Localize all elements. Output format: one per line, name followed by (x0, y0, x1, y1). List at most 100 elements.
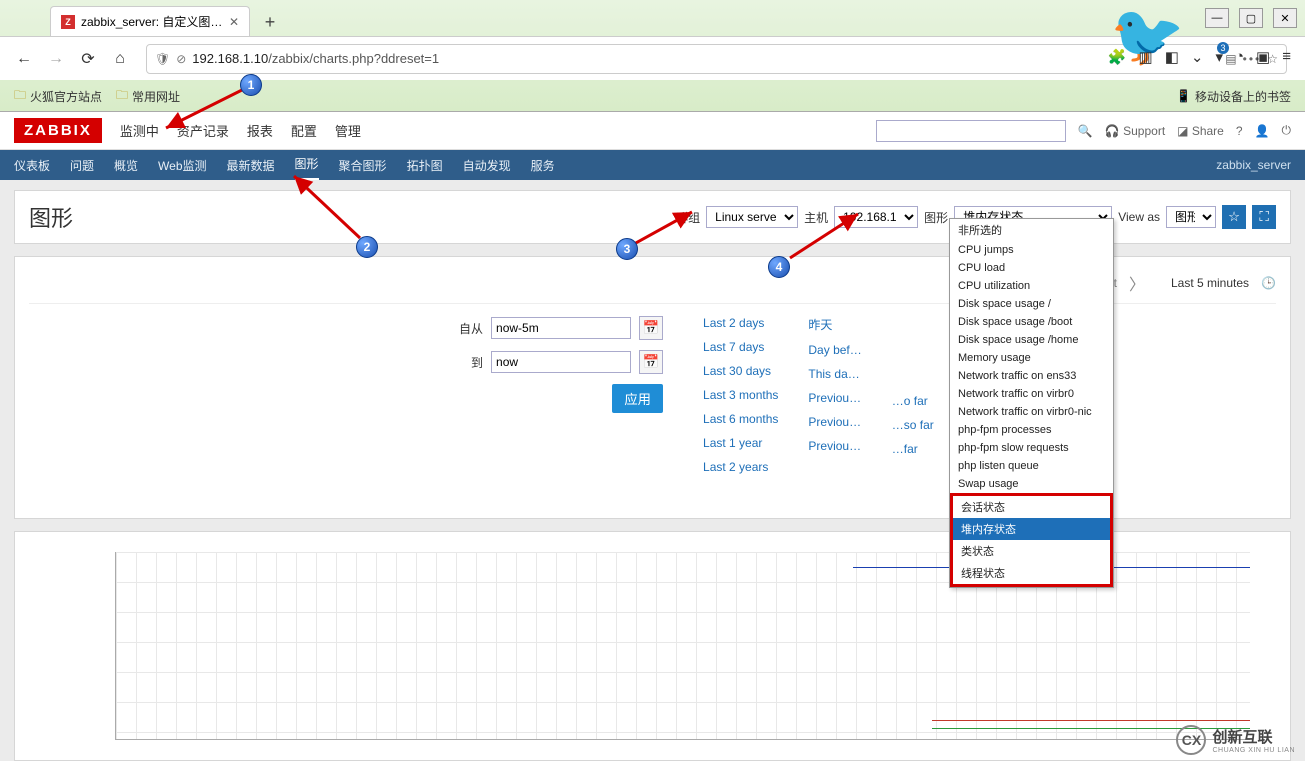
dropdown-option[interactable]: 线程状态 (953, 562, 1110, 584)
share-link[interactable]: ◪ Share (1177, 124, 1224, 138)
dropdown-option[interactable]: 会话状态 (953, 496, 1110, 518)
preset-link[interactable]: 昨天 (808, 316, 861, 333)
bookmarks-bar: 🗀火狐官方站点 🗀常用网址 📱移动设备上的书签 (0, 80, 1305, 112)
to-input[interactable] (491, 351, 631, 373)
preset-link[interactable]: …o far (892, 394, 934, 408)
dropdown-option[interactable]: CPU utilization (950, 277, 1113, 295)
preset-link[interactable]: Previou… (808, 415, 861, 429)
subnav-services[interactable]: 服务 (531, 151, 555, 180)
subnav-web[interactable]: Web监测 (158, 151, 206, 180)
preset-link[interactable]: Last 2 days (703, 316, 778, 330)
preset-link[interactable]: Last 3 months (703, 388, 778, 402)
pocket-icon[interactable]: ⌄ (1191, 48, 1204, 66)
folder-icon: 🗀 (14, 86, 26, 107)
nav-admin[interactable]: 管理 (335, 121, 361, 140)
nav-config[interactable]: 配置 (291, 121, 317, 140)
from-calendar-button[interactable]: 📅 (639, 316, 663, 340)
apply-button[interactable]: 应用 (612, 384, 663, 413)
subnav-problems[interactable]: 问题 (70, 151, 94, 180)
dropdown-option[interactable]: php listen queue (950, 457, 1113, 475)
subnav-discovery[interactable]: 自动发现 (463, 151, 511, 180)
sidebar-icon[interactable]: ◧ (1165, 48, 1179, 66)
dropdown-option[interactable]: CPU jumps (950, 241, 1113, 259)
preset-link[interactable]: Last 30 days (703, 364, 778, 378)
account-icon[interactable]: ◔ (1235, 48, 1244, 66)
tab-close-icon[interactable]: ✕ (229, 15, 239, 29)
url-text: 192.168.1.10/zabbix/charts.php?ddreset=1 (192, 51, 1219, 66)
subnav-latest[interactable]: 最新数据 (227, 151, 275, 180)
dropdown-option[interactable]: Network traffic on virbr0 (950, 385, 1113, 403)
extension-icon[interactable]: 🧩 (1108, 48, 1127, 66)
dropdown-option[interactable]: 类状态 (953, 540, 1110, 562)
home-button[interactable]: ⌂ (106, 45, 134, 73)
preset-link[interactable]: Previou… (808, 439, 861, 453)
zabbix-logo[interactable]: ZABBIX (14, 118, 102, 143)
browser-chrome: — ▢ ✕ 🐦 Z zabbix_server: 自定义图表 [每… ✕ + ←… (0, 0, 1305, 112)
subnav-maps[interactable]: 拓扑图 (407, 151, 443, 180)
host-select[interactable]: 192.168.1.8 (834, 206, 918, 228)
shield-icon[interactable]: 🛡 (155, 52, 170, 66)
preset-link[interactable]: This da… (808, 367, 861, 381)
site-identity-icon[interactable]: ⊘ (176, 52, 186, 66)
fullscreen-button[interactable]: ⛶ (1252, 205, 1276, 229)
next-range-icon[interactable]: 〉 (1129, 271, 1145, 295)
subnav-dashboard[interactable]: 仪表板 (14, 151, 50, 180)
container-icon[interactable]: ▣ (1256, 48, 1270, 66)
preset-col2: 昨天 Day bef… This da… Previou… Previou… Previo… (808, 316, 861, 508)
user-icon[interactable]: 👤 (1255, 124, 1270, 138)
support-link[interactable]: 🎧 Support (1105, 124, 1165, 138)
library-icon[interactable]: ▥ (1139, 48, 1153, 66)
viewas-select[interactable]: 图形 (1166, 206, 1216, 228)
downloads-icon[interactable]: 3▾ (1215, 48, 1223, 66)
host-label: 主机 (804, 209, 828, 226)
dropdown-option[interactable]: Disk space usage /boot (950, 313, 1113, 331)
new-tab-button[interactable]: + (256, 8, 284, 36)
search-input[interactable] (876, 120, 1066, 142)
minimize-button[interactable]: — (1205, 8, 1229, 28)
search-icon[interactable]: 🔍 (1078, 124, 1093, 138)
bookmark-folder-1[interactable]: 🗀火狐官方站点 (14, 86, 102, 107)
nav-monitor[interactable]: 监测中 (120, 121, 159, 140)
maximize-button[interactable]: ▢ (1239, 8, 1263, 28)
menu-icon[interactable]: ≡ (1282, 48, 1291, 66)
preset-link[interactable]: Previou… (808, 391, 861, 405)
preset-link[interactable]: Last 1 year (703, 436, 778, 450)
power-icon[interactable]: ⏻ (1282, 123, 1292, 138)
dropdown-option[interactable]: 堆内存状态 (953, 518, 1110, 540)
preset-link[interactable]: Day bef… (808, 343, 861, 357)
dropdown-option[interactable]: Network traffic on ens33 (950, 367, 1113, 385)
current-range[interactable]: Last 5 minutes (1171, 276, 1249, 290)
help-icon[interactable]: ? (1236, 124, 1243, 138)
preset-link[interactable]: Last 2 years (703, 460, 778, 474)
from-input[interactable] (491, 317, 631, 339)
preset-link[interactable]: …far (892, 442, 934, 456)
dropdown-option[interactable]: CPU load (950, 259, 1113, 277)
dropdown-option[interactable]: php-fpm slow requests (950, 439, 1113, 457)
bookmark-mobile[interactable]: 📱移动设备上的书签 (1176, 88, 1291, 105)
nav-inventory[interactable]: 资产记录 (177, 121, 229, 140)
dropdown-option[interactable]: Disk space usage /home (950, 331, 1113, 349)
nav-reports[interactable]: 报表 (247, 121, 273, 140)
forward-button[interactable]: → (42, 45, 70, 73)
browser-tab[interactable]: Z zabbix_server: 自定义图表 [每… ✕ (50, 6, 250, 36)
preset-link[interactable]: …so far (892, 418, 934, 432)
to-calendar-button[interactable]: 📅 (639, 350, 663, 374)
bookmark-folder-2[interactable]: 🗀常用网址 (116, 86, 180, 107)
reload-button[interactable]: ⟳ (74, 45, 102, 73)
dropdown-option[interactable]: php-fpm processes (950, 421, 1113, 439)
close-window-button[interactable]: ✕ (1273, 8, 1297, 28)
annotation-3: 3 (616, 238, 638, 260)
subnav-screens[interactable]: 聚合图形 (339, 151, 387, 180)
group-select[interactable]: Linux servers (706, 206, 798, 228)
dropdown-option[interactable]: Network traffic on virbr0-nic (950, 403, 1113, 421)
favorite-button[interactable]: ☆ (1222, 205, 1246, 229)
subnav-overview[interactable]: 概览 (114, 151, 138, 180)
preset-link[interactable]: Last 6 months (703, 412, 778, 426)
dropdown-option[interactable]: Memory usage (950, 349, 1113, 367)
preset-link[interactable]: Last 7 days (703, 340, 778, 354)
back-button[interactable]: ← (10, 45, 38, 73)
subnav-graphs[interactable]: 图形 (295, 149, 319, 181)
dropdown-option[interactable]: Swap usage (950, 475, 1113, 493)
dropdown-option[interactable]: 非所选的 (950, 219, 1113, 241)
dropdown-option[interactable]: Disk space usage / (950, 295, 1113, 313)
